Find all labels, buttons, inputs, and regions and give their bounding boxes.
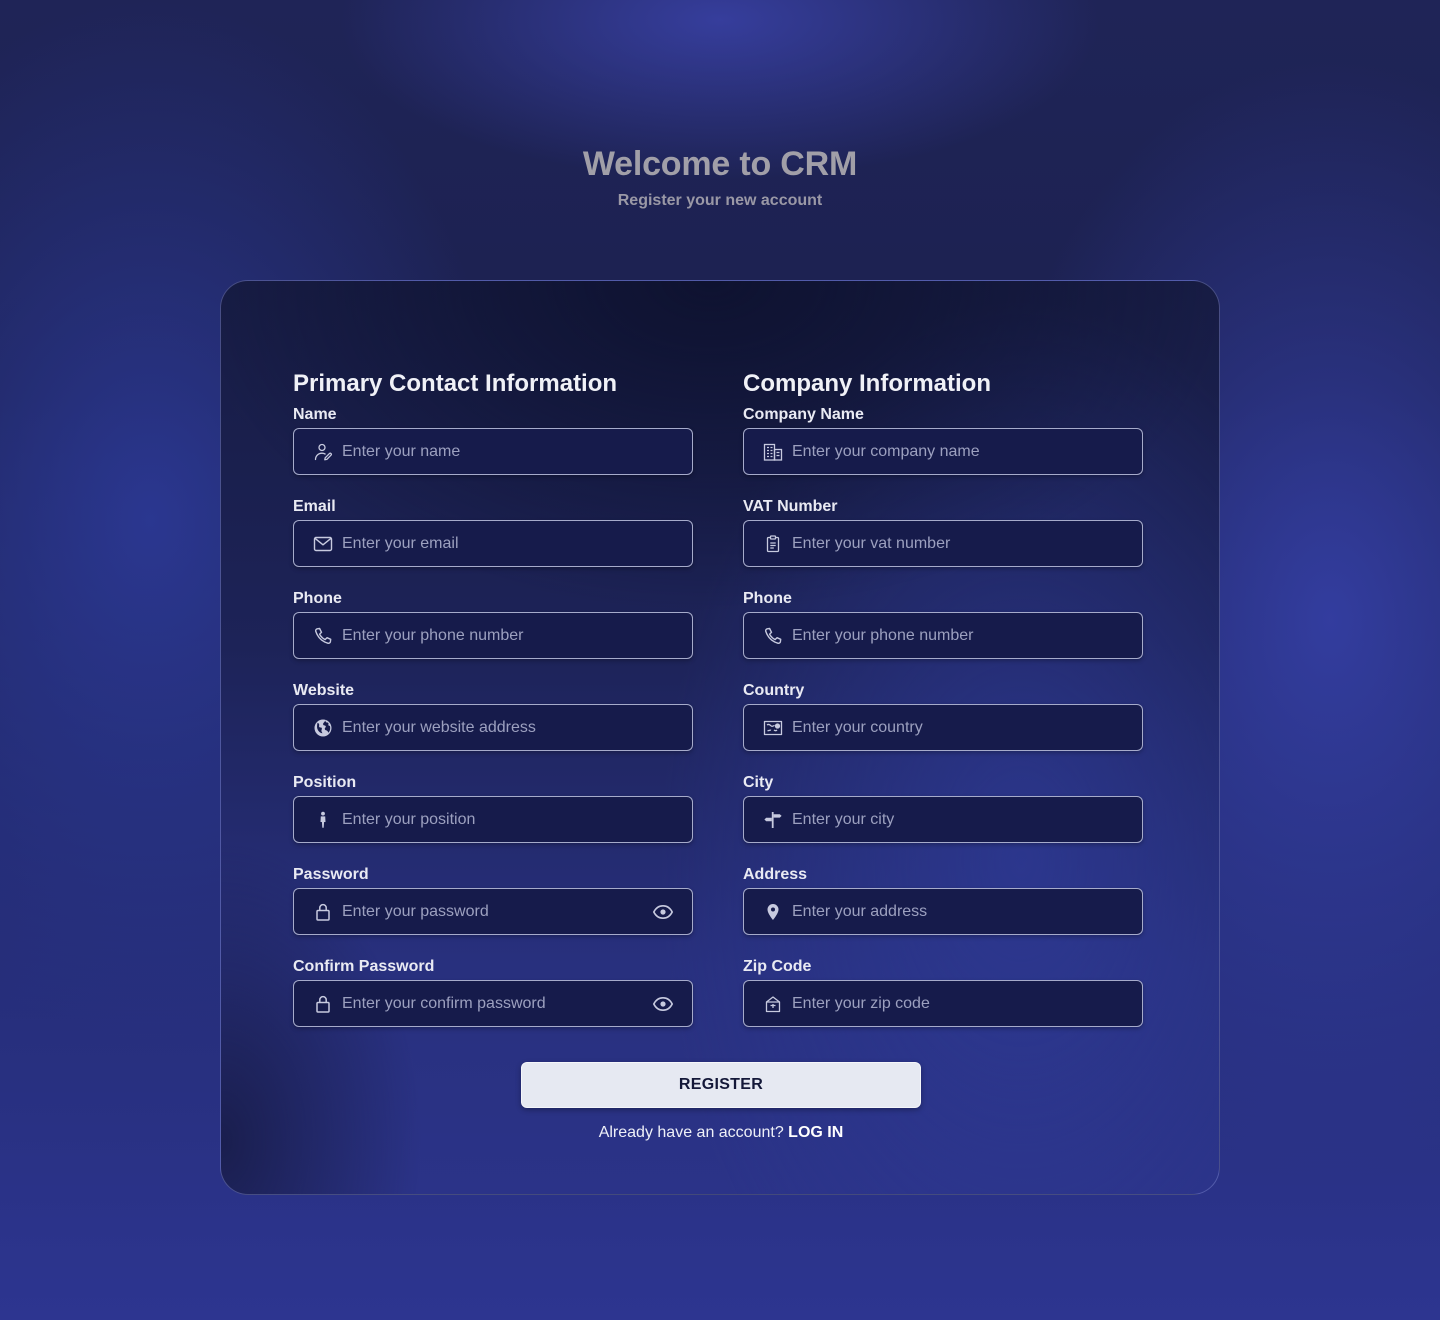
phone-icon: [313, 626, 333, 646]
vat-number-field-group: VAT Number: [743, 497, 1143, 567]
password-input-wrapper: [293, 888, 693, 935]
name-input[interactable]: [342, 429, 642, 474]
vat-number-input[interactable]: [792, 521, 1092, 566]
phone-label: Phone: [293, 590, 342, 607]
name-label: Name: [293, 406, 337, 423]
login-link[interactable]: LOG IN: [788, 1124, 843, 1141]
website-input[interactable]: [342, 705, 642, 750]
name-input-wrapper: [293, 428, 693, 475]
position-input-wrapper: [293, 796, 693, 843]
city-input-wrapper: [743, 796, 1143, 843]
clipboard-icon: [763, 534, 783, 554]
company-name-input-wrapper: [743, 428, 1143, 475]
email-field-group: Email: [293, 497, 693, 567]
password-label: Password: [293, 866, 369, 883]
company-phone-label: Phone: [743, 590, 792, 607]
city-label: City: [743, 774, 774, 791]
vat-number-label: VAT Number: [743, 498, 838, 515]
website-field-group: Website: [293, 681, 693, 751]
address-input-wrapper: [743, 888, 1143, 935]
name-field-group: Name: [293, 405, 693, 475]
position-label: Position: [293, 774, 357, 791]
page-title: Welcome to CRM: [582, 145, 858, 183]
registration-card: Primary Contact Information Name Email: [220, 280, 1220, 1195]
password-field-group: Password: [293, 865, 693, 935]
eye-icon[interactable]: [652, 993, 674, 1015]
confirm-password-field-group: Confirm Password: [293, 957, 693, 1027]
email-label: Email: [293, 498, 336, 515]
position-field-group: Position: [293, 773, 693, 843]
zip-code-input[interactable]: [792, 981, 1092, 1026]
vat-number-input-wrapper: [743, 520, 1143, 567]
envelope-icon: [313, 534, 333, 554]
country-input-wrapper: [743, 704, 1143, 751]
primary-contact-heading: Primary Contact Information: [293, 370, 618, 397]
country-label: Country: [743, 682, 805, 699]
map-icon: [763, 718, 783, 738]
register-button[interactable]: REGISTER: [521, 1062, 921, 1108]
company-name-label: Company Name: [743, 406, 864, 423]
address-input[interactable]: [792, 889, 1092, 934]
zip-code-input-wrapper: [743, 980, 1143, 1027]
mailbox-icon: [763, 994, 783, 1014]
phone-field-group: Phone: [293, 589, 693, 659]
password-input[interactable]: [342, 889, 642, 934]
phone-input[interactable]: [342, 613, 642, 658]
map-pin-icon: [763, 902, 783, 922]
phone-icon: [763, 626, 783, 646]
country-input[interactable]: [792, 705, 1092, 750]
company-name-input[interactable]: [792, 429, 1092, 474]
company-name-field-group: Company Name: [743, 405, 1143, 475]
email-input[interactable]: [342, 521, 642, 566]
country-field-group: Country: [743, 681, 1143, 751]
city-input[interactable]: [792, 797, 1092, 842]
website-label: Website: [293, 682, 355, 699]
primary-contact-section: Primary Contact Information Name Email: [293, 369, 693, 1027]
address-field-group: Address: [743, 865, 1143, 935]
zip-code-label: Zip Code: [743, 958, 812, 975]
person-icon: [313, 810, 333, 830]
page-header: Welcome to CRM Register your new account: [0, 144, 1440, 210]
confirm-password-input[interactable]: [342, 981, 642, 1026]
zip-code-field-group: Zip Code: [743, 957, 1143, 1027]
user-edit-icon: [313, 442, 333, 462]
company-phone-field-group: Phone: [743, 589, 1143, 659]
signpost-icon: [763, 810, 783, 830]
email-input-wrapper: [293, 520, 693, 567]
phone-input-wrapper: [293, 612, 693, 659]
page-subtitle: Register your new account: [617, 192, 823, 209]
lock-icon: [313, 902, 333, 922]
confirm-password-input-wrapper: [293, 980, 693, 1027]
position-input[interactable]: [342, 797, 642, 842]
website-input-wrapper: [293, 704, 693, 751]
confirm-password-label: Confirm Password: [293, 958, 435, 975]
company-info-heading: Company Information: [743, 370, 992, 397]
company-info-section: Company Information Company Name VAT Num…: [743, 369, 1143, 1027]
company-phone-input[interactable]: [792, 613, 1092, 658]
login-prompt-text: Already have an account?: [598, 1124, 784, 1141]
city-field-group: City: [743, 773, 1143, 843]
lock-icon: [313, 994, 333, 1014]
company-phone-input-wrapper: [743, 612, 1143, 659]
building-icon: [763, 442, 783, 462]
login-prompt: Already have an account? LOG IN: [221, 1124, 1221, 1142]
globe-icon: [313, 718, 333, 738]
eye-icon[interactable]: [652, 901, 674, 923]
address-label: Address: [743, 866, 808, 883]
